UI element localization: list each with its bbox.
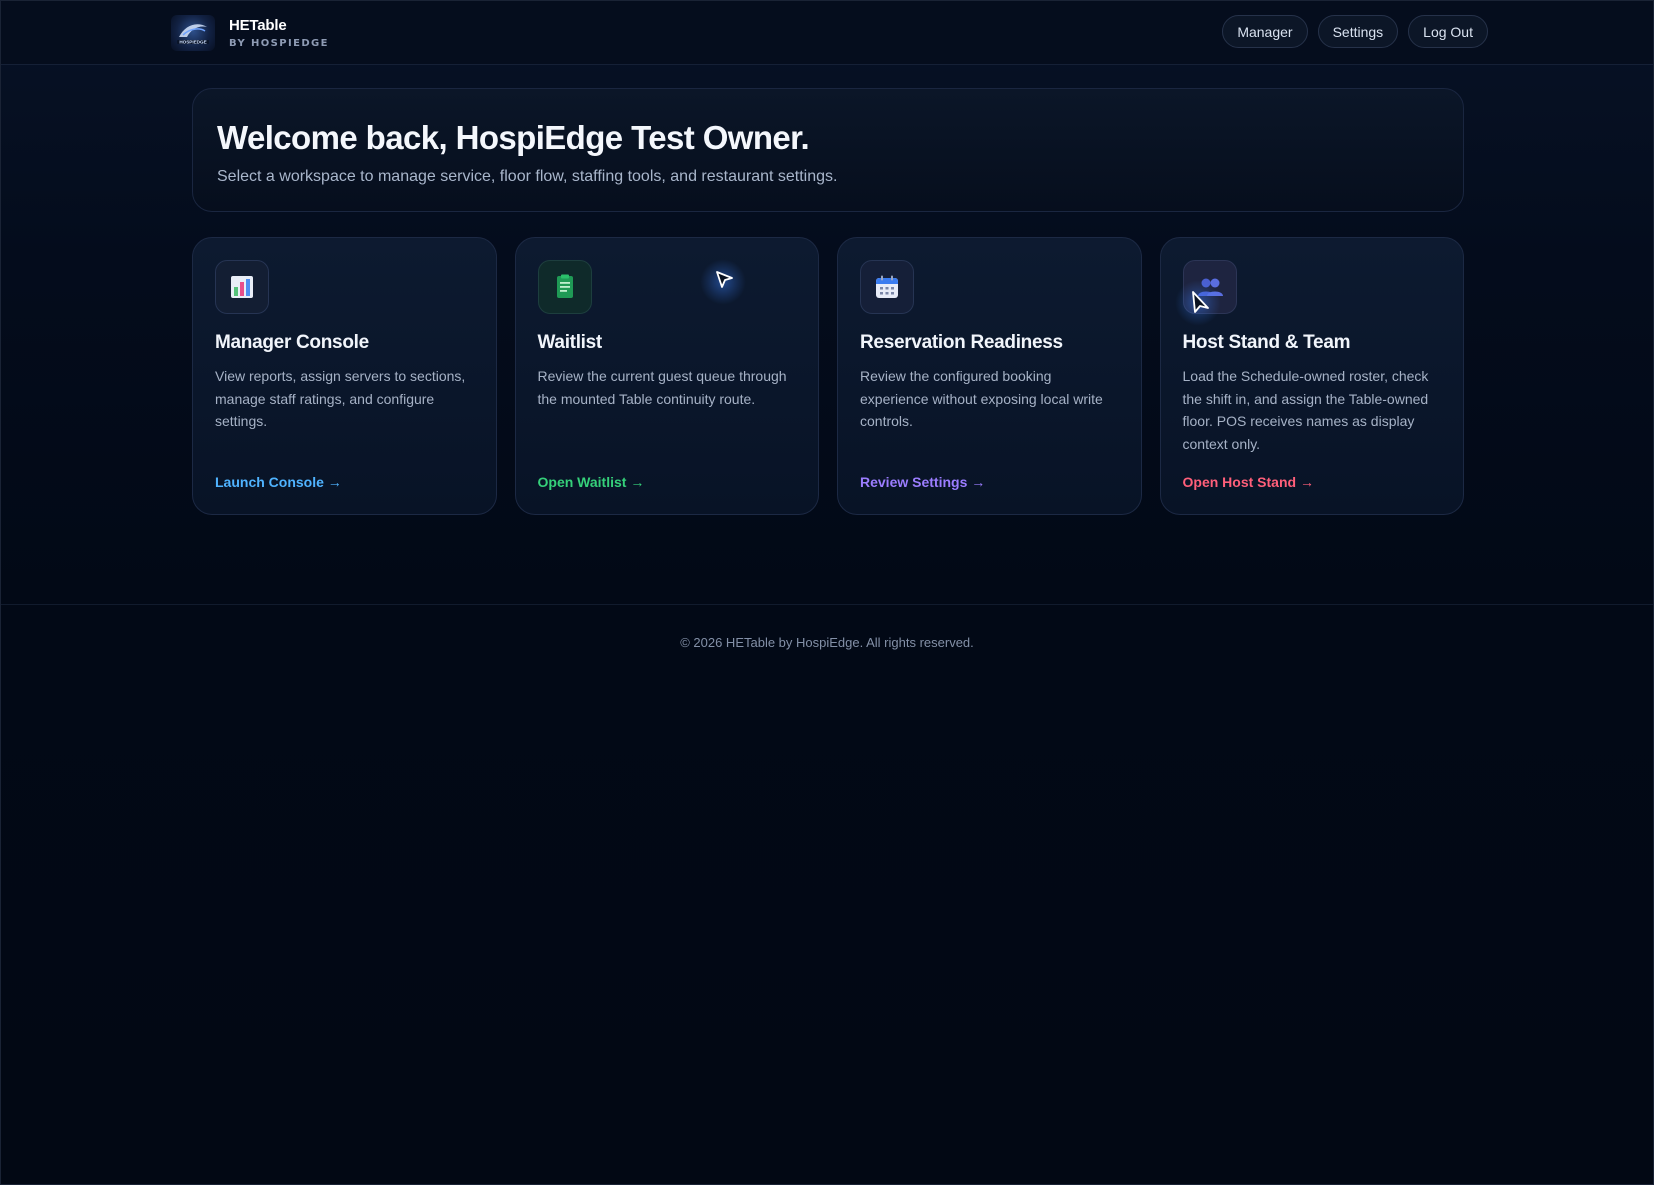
card-description: Review the current guest queue through t… [537,368,787,407]
page: HOSPIEDGE HETable BY HOSPIEDGE Manager S… [0,0,1654,1185]
brand-name: HETable [229,17,287,34]
welcome-panel: Welcome back, HospiEdge Test Owner. Sele… [192,88,1464,212]
card-description: Review the configured booking experience… [860,368,1103,429]
open-waitlist-link[interactable]: Open Waitlist → [538,474,645,490]
top-navigation-bar: HOSPIEDGE HETable BY HOSPIEDGE Manager S… [1,1,1653,65]
workspace-cards: Manager Console View reports, assign ser… [192,237,1464,515]
card-description: View reports, assign servers to sections… [215,368,466,429]
welcome-title: Welcome back, HospiEdge Test Owner. [217,119,810,156]
workspace-card-waitlist[interactable]: Waitlist Review the current guest queue … [514,237,819,515]
hospiedge-logo-icon: HOSPIEDGE [171,15,215,51]
workspace-card-reservation-readiness[interactable]: Reservation Readiness Review the configu… [837,237,1142,515]
workspace-card-manager-console[interactable]: Manager Console View reports, assign ser… [192,237,497,515]
welcome-subtitle: Select a workspace to manage service, fl… [217,168,838,185]
card-title: Waitlist [537,332,603,353]
mouse-cursor-icon [1191,291,1209,313]
open-host-stand-link[interactable]: Open Host Stand → [1183,474,1314,490]
footer-copyright: © 2026 HETable by HospiEdge. All rights … [680,635,974,650]
launch-console-link[interactable]: Launch Console → [215,474,342,490]
brand[interactable]: HOSPIEDGE HETable BY HOSPIEDGE [171,13,329,53]
calendar-icon [860,260,914,314]
card-title: Manager Console [215,332,369,353]
brand-subtitle: BY HOSPIEDGE [229,38,329,49]
settings-button[interactable]: Settings [1317,15,1399,48]
manager-button[interactable]: Manager [1222,15,1308,48]
review-settings-link[interactable]: Review Settings → [860,474,985,490]
card-title: Host Stand & Team [1182,332,1351,353]
footer-divider [1,604,1653,605]
clipboard-list-icon [537,260,592,314]
card-description: Load the Schedule-owned roster, check th… [1182,368,1429,452]
header-nav: Manager Settings Log Out [1222,15,1488,48]
log-out-button[interactable]: Log Out [1408,15,1488,48]
workspace-card-host-stand-team[interactable]: Host Stand & Team Load the Schedule-owne… [1159,237,1464,515]
card-title: Reservation Readiness [860,332,1063,353]
bar-chart-icon [215,260,269,314]
mouse-cursor-icon [715,271,733,288]
svg-text:HOSPIEDGE: HOSPIEDGE [179,40,206,45]
